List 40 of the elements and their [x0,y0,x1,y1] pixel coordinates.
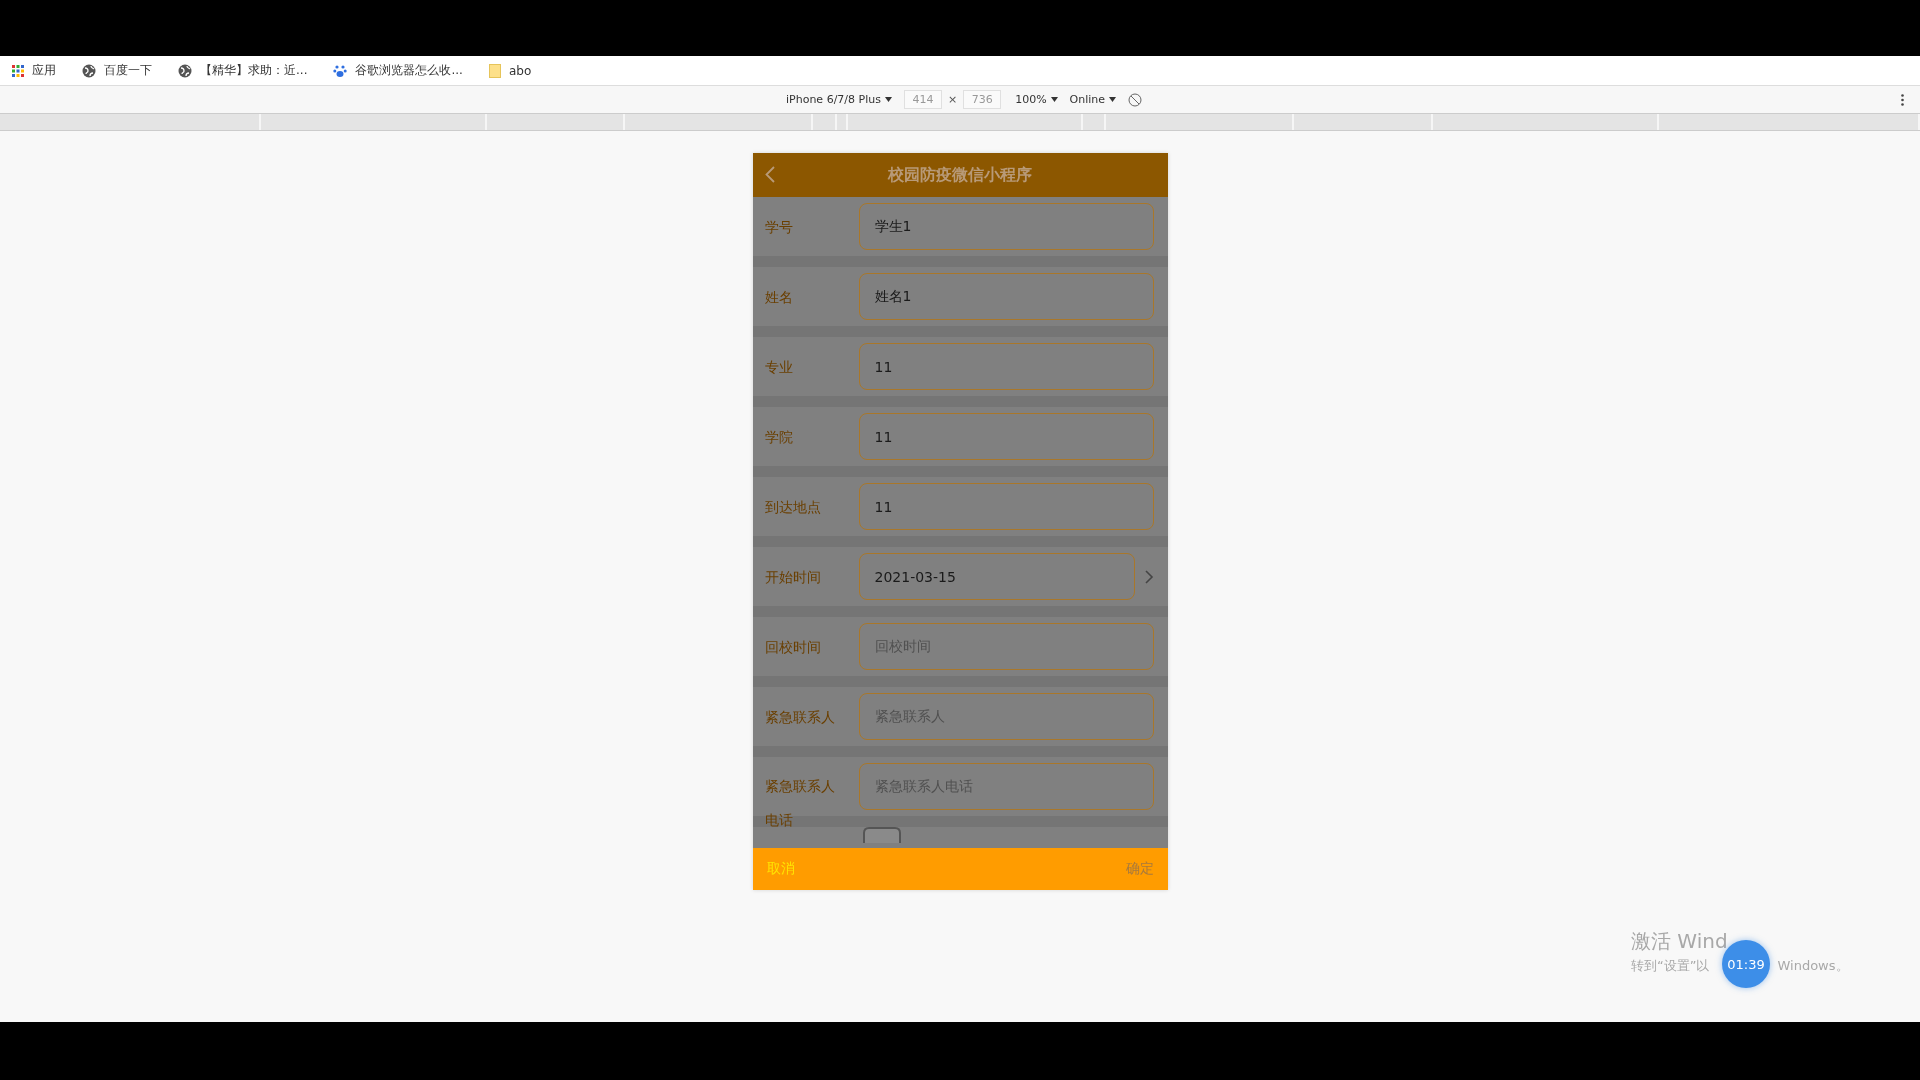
field-label: 学院 [764,427,794,447]
bookmark-link[interactable]: 百度一下 [82,62,152,79]
input-field[interactable]: 学生1 [858,203,1154,250]
chevron-right-icon[interactable] [1144,569,1154,584]
field-label: 姓名 [764,287,794,307]
field-label: 回校时间 [764,637,822,657]
input-field[interactable]: 11 [858,343,1154,390]
apps-grid-icon [12,64,24,77]
field-label: 紧急联系人电话 [764,777,836,830]
caret-icon [1109,97,1117,102]
field-label: 学号 [764,217,794,237]
network-select[interactable]: Online [1069,93,1117,106]
activation-hint: 转到“设置”以 [1631,957,1710,975]
caret-icon [1050,97,1058,102]
device-select[interactable]: iPhone 6/7/8 Plus [786,93,892,106]
more-menu-icon[interactable] [1901,94,1904,106]
paw-icon [333,63,348,78]
field-label: 紧急联系人 [764,707,836,727]
activation-hint: Windows。 [1777,957,1849,975]
input-field[interactable]: 11 [858,413,1154,460]
bookmark-link[interactable]: abo [488,63,532,78]
globe-icon [82,63,96,78]
width-field[interactable]: 414 [903,90,942,109]
app-title: 校园防疫微信小程序 [888,164,1032,186]
field-label: 专业 [764,357,794,377]
caret-icon [884,97,892,102]
input-field[interactable]: 11 [858,483,1154,530]
input-field[interactable]: 2021-03-15 [858,553,1135,600]
bookmark-link[interactable]: 谷歌浏览器怎么收... [333,62,463,79]
input-field[interactable]: 姓名1 [858,273,1154,320]
field-label: 开始时间 [764,567,822,587]
height-field[interactable]: 736 [963,90,1002,109]
back-icon[interactable] [764,166,775,183]
zoom-select[interactable]: 100% [1015,93,1058,106]
field-label: 到达地点 [764,497,822,517]
folder-icon [488,63,501,78]
bookmark-link[interactable]: 【精华】求助：近... [178,62,308,79]
times-sign: × [947,93,958,106]
bookmark-link[interactable]: 应用 [12,62,56,79]
globe-icon [178,63,192,78]
